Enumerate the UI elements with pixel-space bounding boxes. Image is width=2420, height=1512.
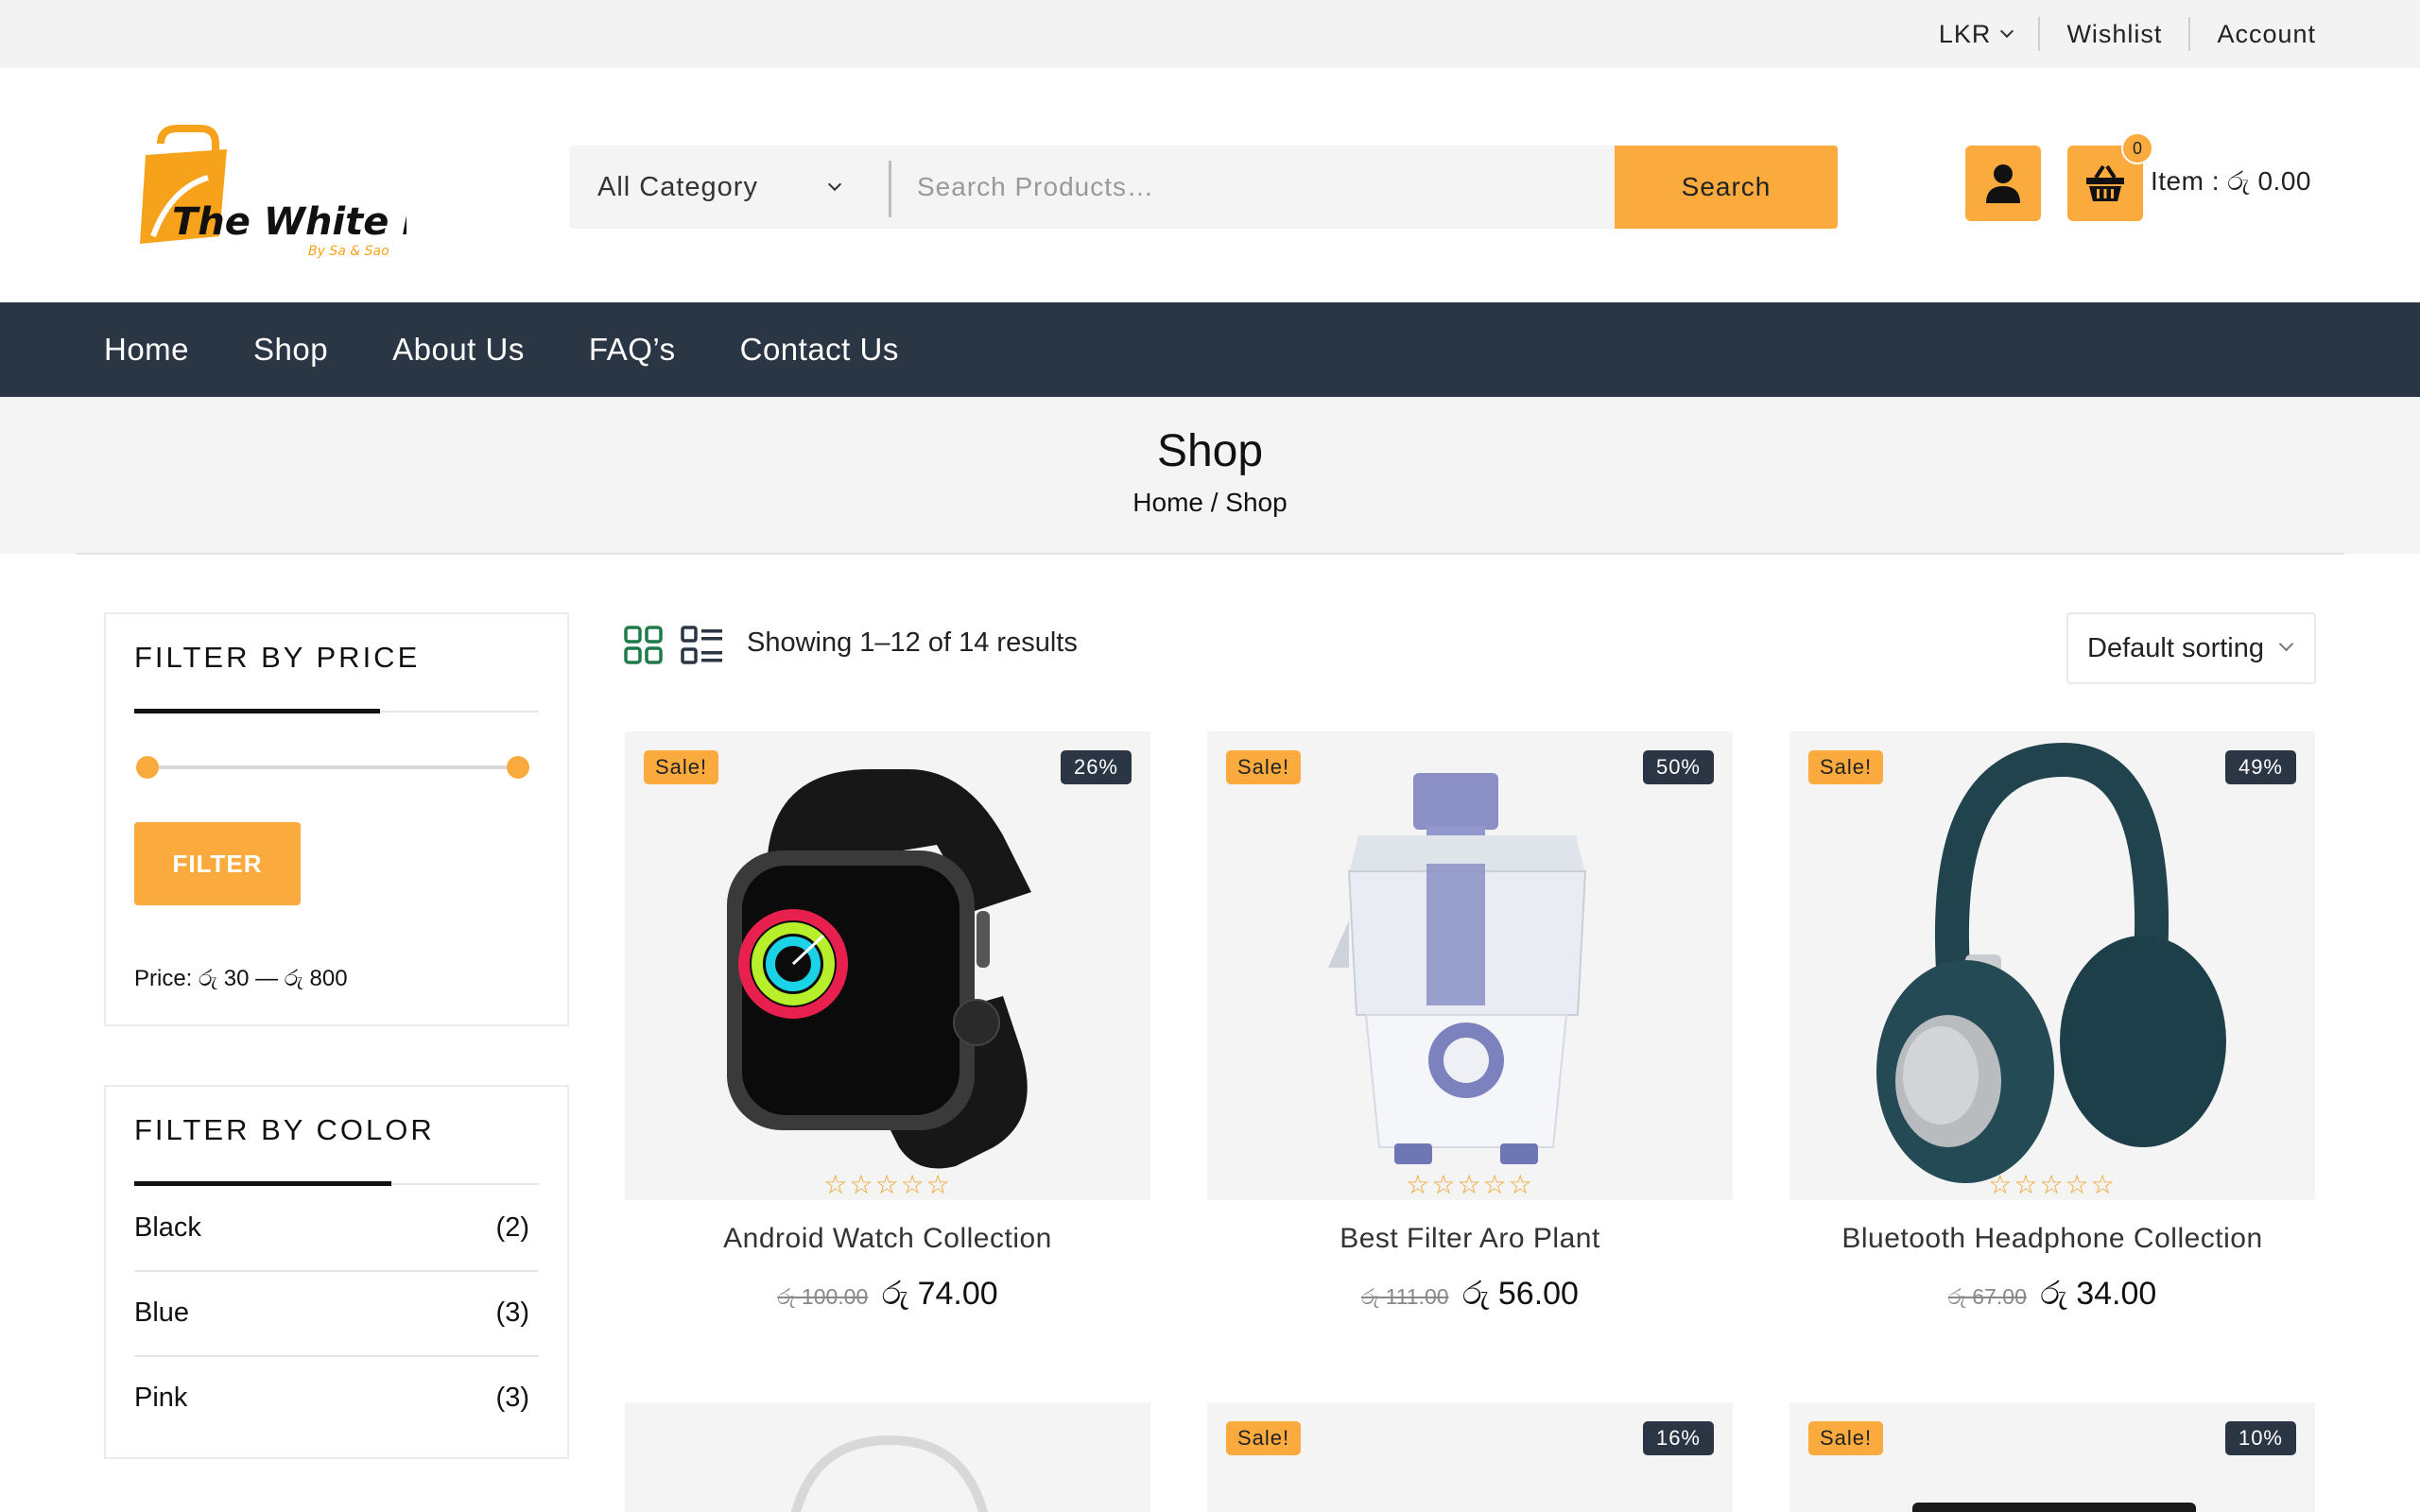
category-select[interactable]: All Category	[569, 146, 889, 229]
discount-badge: 26%	[1060, 750, 1132, 784]
user-account-button[interactable]	[1965, 146, 2041, 221]
product-card[interactable]	[625, 1402, 1150, 1512]
sale-price: රු 74.00	[881, 1276, 998, 1312]
juicer-icon	[1328, 773, 1587, 1164]
chevron-down-icon	[2278, 636, 2294, 652]
sale-badge: Sale!	[1808, 750, 1884, 784]
currency-label: LKR	[1938, 19, 1992, 48]
star-rating: ☆☆☆☆☆	[1406, 1170, 1534, 1199]
main-navigation: Home Shop About Us FAQ’s Contact Us	[0, 302, 2420, 397]
cart-total[interactable]: Item : රු 0.00	[2151, 166, 2311, 198]
sorting-value: Default sorting	[2087, 632, 2264, 663]
divider	[76, 553, 2344, 555]
user-icon	[1986, 164, 2020, 203]
product-card[interactable]: Sale! 50% ☆☆☆☆☆ Best Filter Aro Plant රු…	[1207, 731, 1733, 1336]
tablet-icon	[1912, 1503, 2196, 1512]
old-price: රු 100.00	[777, 1284, 869, 1309]
basket-icon	[2086, 164, 2124, 201]
site-logo[interactable]: The White Market By Sa & Sao	[132, 123, 553, 265]
color-filter-pink[interactable]: Pink (3)	[134, 1355, 539, 1440]
product-image[interactable]	[625, 1402, 1150, 1512]
product-image[interactable]	[625, 731, 1150, 1200]
color-count: (3)	[495, 1382, 529, 1413]
title-underline	[134, 709, 380, 713]
product-image[interactable]	[1207, 731, 1733, 1200]
color-name: Black	[134, 1211, 201, 1243]
filter-button[interactable]: FILTER	[134, 822, 301, 905]
product-image[interactable]	[1789, 1402, 2315, 1512]
product-name[interactable]: Best Filter Aro Plant	[1207, 1223, 1733, 1255]
nav-item-faqs[interactable]: FAQ’s	[589, 332, 676, 368]
product-price: රු 100.00 රු 74.00	[625, 1276, 1150, 1313]
product-name[interactable]: Bluetooth Headphone Collection	[1789, 1223, 2315, 1255]
discount-badge: 10%	[2224, 1421, 2296, 1455]
svg-text:The White Market: The White Market	[172, 200, 406, 244]
price-filter-widget: FILTER BY PRICE FILTER Price: රු 30 — රු…	[104, 612, 569, 1026]
product-price: රු 111.00 රු 56.00	[1207, 1276, 1733, 1313]
product-image[interactable]	[1789, 731, 2315, 1200]
search-button[interactable]: Search	[1615, 146, 1838, 229]
discount-badge: 16%	[1642, 1421, 1714, 1455]
star-rating: ☆☆☆☆☆	[823, 1170, 952, 1199]
price-slider-max-handle[interactable]	[507, 756, 529, 779]
top-bar: LKR Wishlist Account	[0, 0, 2420, 68]
breadcrumb[interactable]: Home / Shop	[0, 488, 2420, 518]
category-select-value: All Category	[597, 171, 758, 202]
price-slider-track[interactable]	[146, 765, 518, 769]
price-range-label: Price: රු 30 — රු 800	[134, 966, 348, 991]
sale-badge: Sale!	[644, 750, 719, 784]
search-bar: All Category Search	[569, 146, 1838, 229]
color-filter-blue[interactable]: Blue (3)	[134, 1270, 539, 1355]
grid-view-icon[interactable]	[624, 626, 664, 670]
discount-badge: 49%	[2224, 750, 2296, 784]
product-name[interactable]: Android Watch Collection	[625, 1223, 1150, 1255]
color-count: (2)	[495, 1211, 529, 1243]
result-count: Showing 1–12 of 14 results	[747, 627, 1078, 658]
sale-badge: Sale!	[1226, 1421, 1302, 1455]
color-name: Pink	[134, 1382, 188, 1413]
currency-selector[interactable]: LKR	[1912, 20, 2039, 49]
nav-item-contact-us[interactable]: Contact Us	[740, 332, 899, 368]
nav-item-shop[interactable]: Shop	[253, 332, 328, 368]
header: The White Market By Sa & Sao All Categor…	[0, 68, 2420, 302]
nav-item-home[interactable]: Home	[104, 332, 189, 368]
headphone-icon	[1876, 742, 2226, 1183]
nav-item-about-us[interactable]: About Us	[392, 332, 525, 368]
cable-icon	[790, 1435, 989, 1512]
cart-count-badge: 0	[2121, 132, 2153, 164]
sale-badge: Sale!	[1226, 750, 1302, 784]
color-filter-widget: FILTER BY COLOR Black (2) Blue (3) Pink …	[104, 1085, 569, 1459]
svg-text:By Sa & Sao: By Sa & Sao	[308, 244, 389, 259]
product-card[interactable]: Sale! 49% ☆☆☆☆☆ Bluetooth Headphone Coll…	[1789, 731, 2315, 1336]
star-rating: ☆☆☆☆☆	[1988, 1170, 2117, 1199]
chevron-down-icon	[827, 177, 842, 192]
wishlist-link[interactable]: Wishlist	[2040, 20, 2188, 49]
sorting-select[interactable]: Default sorting	[2066, 612, 2316, 684]
account-link[interactable]: Account	[2190, 20, 2316, 49]
widget-title: FILTER BY COLOR	[134, 1113, 435, 1146]
product-price: රු 67.00 රු 34.00	[1789, 1276, 2315, 1313]
divider	[889, 161, 891, 217]
page-header: Shop Home / Shop	[0, 397, 2420, 554]
page-title: Shop	[1156, 426, 1264, 476]
watch-icon	[727, 769, 1031, 1169]
sale-badge: Sale!	[1808, 1421, 1884, 1455]
color-name: Blue	[134, 1297, 190, 1328]
list-view-icon[interactable]	[681, 626, 724, 670]
sale-price: රු 56.00	[1462, 1276, 1579, 1312]
product-card[interactable]: Sale! 10%	[1789, 1402, 2315, 1512]
color-filter-black[interactable]: Black (2)	[134, 1185, 539, 1270]
widget-title: FILTER BY PRICE	[134, 641, 421, 674]
old-price: රු 67.00	[1947, 1284, 2027, 1309]
price-slider-min-handle[interactable]	[136, 756, 159, 779]
search-input[interactable]	[917, 146, 1579, 229]
product-card[interactable]: Sale! 26% ☆☆☆☆☆ Android Watch Collection…	[625, 731, 1150, 1336]
discount-badge: 50%	[1642, 750, 1714, 784]
product-card[interactable]: Sale! 16%	[1207, 1402, 1733, 1512]
color-count: (3)	[495, 1297, 529, 1328]
product-image[interactable]	[1207, 1402, 1733, 1512]
sale-price: රු 34.00	[2040, 1276, 2157, 1312]
old-price: රු 111.00	[1361, 1284, 1449, 1309]
chevron-down-icon	[2000, 24, 2014, 39]
